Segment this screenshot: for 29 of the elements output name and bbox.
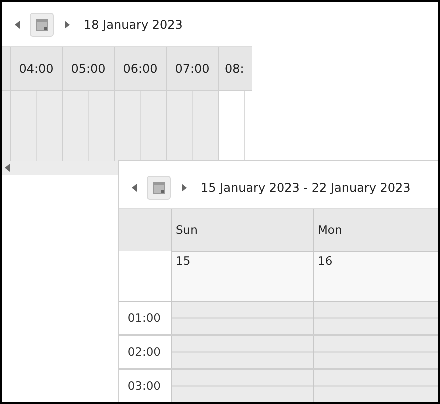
calendar-icon <box>36 19 48 31</box>
time-slot-column[interactable] <box>115 91 167 161</box>
date-cell[interactable]: 15 <box>172 251 314 301</box>
previous-arrow-icon <box>132 184 136 192</box>
time-slot-column[interactable] <box>167 91 219 161</box>
time-slot-column[interactable] <box>63 91 115 161</box>
hour-header: 04:00 <box>11 47 63 90</box>
hour-header: 05:00 <box>63 47 115 90</box>
previous-arrow-icon <box>14 21 20 29</box>
next-arrow-icon <box>64 21 70 29</box>
calendar-button[interactable] <box>30 13 54 37</box>
date-range-title: 15 January 2023 - 22 January 2023 <box>201 181 411 195</box>
date-range-title: 18 January 2023 <box>84 18 183 32</box>
time-slot[interactable] <box>172 302 314 334</box>
hour-header: 07:00 <box>167 47 219 90</box>
time-slot[interactable] <box>314 302 438 334</box>
hour-header: 08: <box>224 60 246 78</box>
time-slot[interactable] <box>172 336 314 368</box>
next-arrow-icon <box>182 184 186 192</box>
time-slot-column[interactable] <box>11 91 63 161</box>
scroll-left-icon <box>5 164 10 172</box>
time-slot-column[interactable] <box>2 91 11 161</box>
time-slot[interactable] <box>172 370 314 402</box>
date-cell[interactable]: 16 <box>314 251 438 301</box>
hour-header: 06:00 <box>115 47 167 90</box>
time-slot[interactable] <box>314 370 438 402</box>
calendar-button[interactable] <box>147 176 171 200</box>
calendar-icon <box>153 182 165 194</box>
time-slot[interactable] <box>314 336 438 368</box>
